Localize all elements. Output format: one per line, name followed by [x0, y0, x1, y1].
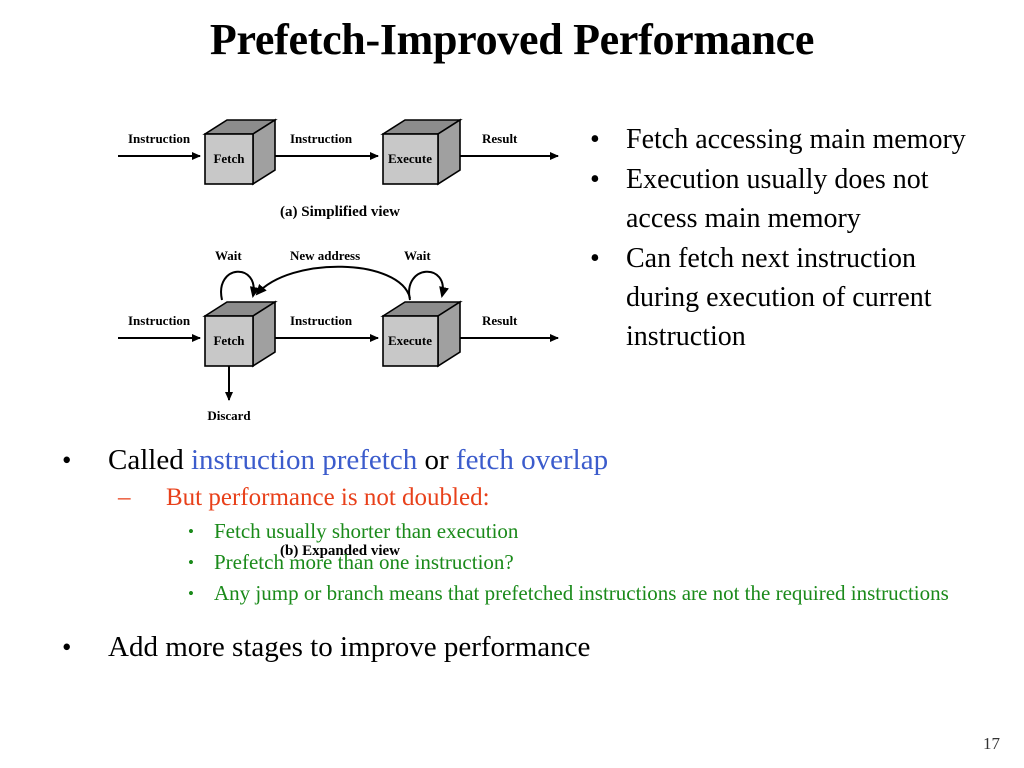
right-bullet-list: • Fetch accessing main memory • Executio… — [584, 120, 984, 357]
arrow-label-output-a: Result — [482, 131, 518, 146]
bullet-text: Any jump or branch means that prefetched… — [214, 581, 949, 605]
pipeline-figure: Instruction Fetch Instruction Execute Re… — [110, 108, 570, 559]
diagram-a-caption: (a) Simplified view — [280, 204, 400, 220]
bullet-glyph-icon: • — [590, 243, 600, 274]
bullet-text: But performance is not doubled: — [166, 484, 490, 511]
arrow-label-new-address: New address — [290, 248, 360, 263]
arrow-new-address — [255, 265, 411, 299]
called-prefix: Called — [108, 444, 191, 476]
bullet-glyph-icon: • — [590, 124, 600, 155]
box-label-fetch-a: Fetch — [213, 151, 245, 166]
bullet-item-can-fetch-next: • Can fetch next instruction during exec… — [584, 239, 984, 356]
arrow-label-wait-execute: Wait — [404, 248, 431, 263]
bullet-item-called-prefetch: • Called instruction prefetch or fetch o… — [56, 440, 986, 480]
bullet-text: Fetch usually shorter than execution — [214, 519, 519, 543]
bullet-item-execution-usually: • Execution usually does not access main… — [584, 160, 984, 238]
bullet-item-prefetch-more-than-one: • Prefetch more than one instruction? — [56, 547, 986, 578]
keyword-fetch-overlap: fetch overlap — [455, 444, 609, 476]
box-label-execute-a: Execute — [388, 151, 432, 166]
page-title: Prefetch-Improved Performance — [209, 15, 815, 64]
diagram-b-expanded-view: Wait New address Wait Instruction Fetch … — [110, 238, 570, 559]
arrow-wait-execute — [408, 270, 449, 301]
bullet-text: Fetch accessing main memory — [626, 124, 966, 155]
lower-bullet-list: • Called instruction prefetch or fetch o… — [56, 440, 986, 667]
bullet-glyph-icon: • — [188, 522, 194, 541]
arrow-label-input-a: Instruction — [128, 131, 191, 146]
bullet-glyph-icon: • — [188, 553, 194, 572]
dash-glyph-icon: – — [118, 484, 131, 511]
box-fetch-b: Fetch — [202, 300, 278, 368]
called-middle: or — [417, 444, 456, 476]
bullet-item-fetch-accessing: • Fetch accessing main memory — [584, 120, 984, 159]
page-number: 17 — [983, 734, 1000, 753]
arrow-label-middle-b: Instruction — [290, 313, 353, 328]
arrow-label-input-b: Instruction — [128, 313, 191, 328]
bullet-text: Can fetch next instruction during execut… — [626, 243, 932, 352]
bullet-glyph-icon: • — [590, 164, 600, 195]
bullet-item-any-jump-or-branch: • Any jump or branch means that prefetch… — [56, 578, 986, 609]
bullet-item-not-doubled: – But performance is not doubled: — [56, 480, 986, 516]
arrow-wait-fetch — [220, 270, 260, 301]
box-fetch-a: Fetch — [202, 118, 278, 186]
bullet-text: Execution usually does not access main m… — [626, 164, 929, 234]
arrow-label-wait-fetch: Wait — [215, 248, 242, 263]
bullet-item-fetch-shorter: • Fetch usually shorter than execution — [56, 516, 986, 547]
diagram-b-svg: Wait New address Wait Instruction Fetch … — [118, 248, 559, 423]
box-execute-a: Execute — [380, 118, 463, 186]
bullet-text: Add more stages to improve performance — [108, 631, 591, 663]
box-label-fetch-b: Fetch — [213, 333, 245, 348]
bullet-item-add-more-stages: • Add more stages to improve performance — [56, 627, 986, 667]
bullet-glyph-icon: • — [62, 632, 72, 662]
box-execute-b: Execute — [380, 300, 463, 368]
diagram-a-simplified-view: Instruction Fetch Instruction Execute Re… — [110, 108, 570, 220]
bullet-glyph-icon: • — [62, 445, 72, 475]
box-label-execute-b: Execute — [388, 333, 432, 348]
bullet-glyph-icon: • — [188, 584, 194, 603]
arrow-label-middle-a: Instruction — [290, 131, 353, 146]
bullet-text: Prefetch more than one instruction? — [214, 550, 514, 574]
arrow-label-output-b: Result — [482, 313, 518, 328]
keyword-instruction-prefetch: instruction prefetch — [190, 444, 418, 476]
arrow-label-discard: Discard — [207, 408, 251, 423]
diagram-a-svg: Instruction Fetch Instruction Execute Re… — [118, 118, 559, 186]
